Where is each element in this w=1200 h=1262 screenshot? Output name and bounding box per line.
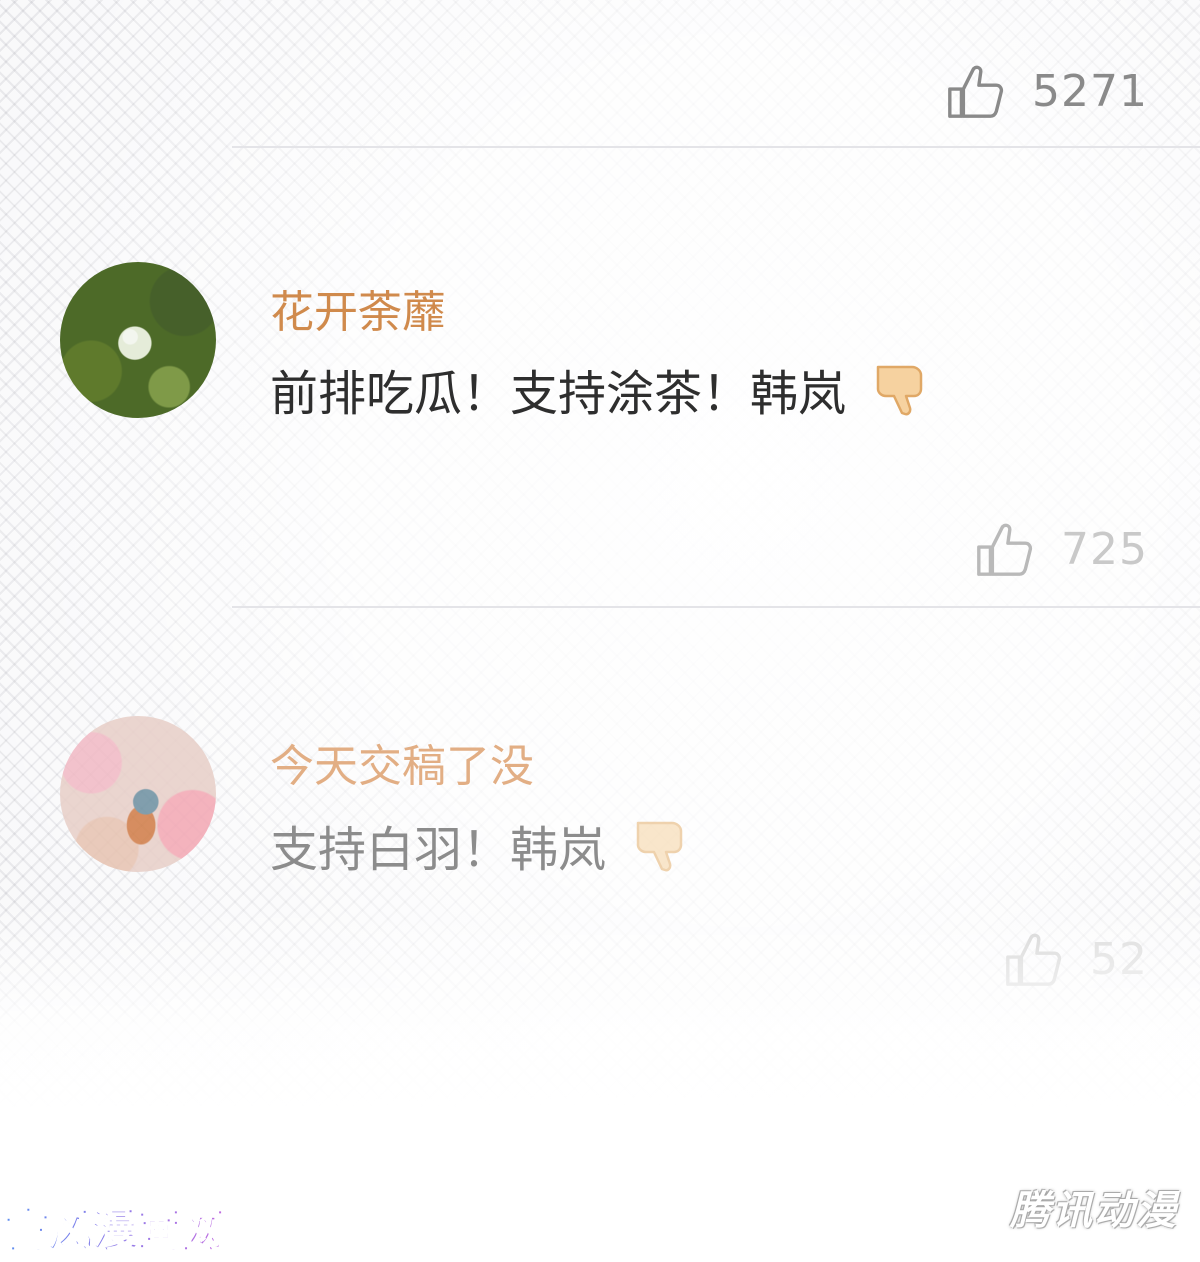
background-fade bbox=[0, 0, 1200, 1262]
comment-text-row: 支持白羽！韩岚 bbox=[270, 810, 688, 880]
like-count: 52 bbox=[1090, 933, 1148, 985]
watermark-right: 腾讯动漫 bbox=[1010, 1188, 1178, 1234]
like-button-top[interactable]: 5271 bbox=[944, 60, 1148, 122]
like-count: 725 bbox=[1061, 523, 1148, 575]
like-count: 5271 bbox=[1032, 65, 1148, 117]
thumbs-up-icon bbox=[948, 65, 1004, 118]
avatar[interactable] bbox=[60, 716, 216, 872]
comment-text: 支持白羽！韩岚 bbox=[270, 822, 607, 878]
avatar[interactable] bbox=[60, 262, 216, 418]
thumbs-down-icon bbox=[636, 821, 683, 872]
comment-text: 前排吃瓜！支持涂茶！韩岚 bbox=[270, 366, 847, 422]
thumbs-down-icon bbox=[876, 365, 923, 416]
divider bbox=[232, 146, 1200, 148]
like-button[interactable]: 725 bbox=[973, 518, 1148, 580]
watermark-left: 古风漫画网 bbox=[6, 1197, 226, 1258]
thumbs-up-icon bbox=[977, 523, 1033, 576]
halftone-background bbox=[0, 0, 1200, 1262]
like-button[interactable]: 52 bbox=[1002, 928, 1148, 990]
username[interactable]: 今天交稿了没 bbox=[270, 730, 534, 794]
comment-text-row: 前排吃瓜！支持涂茶！韩岚 bbox=[270, 354, 928, 424]
thumbs-up-icon bbox=[1006, 933, 1062, 986]
username[interactable]: 花开荼蘼 bbox=[270, 276, 446, 340]
divider bbox=[232, 606, 1200, 608]
